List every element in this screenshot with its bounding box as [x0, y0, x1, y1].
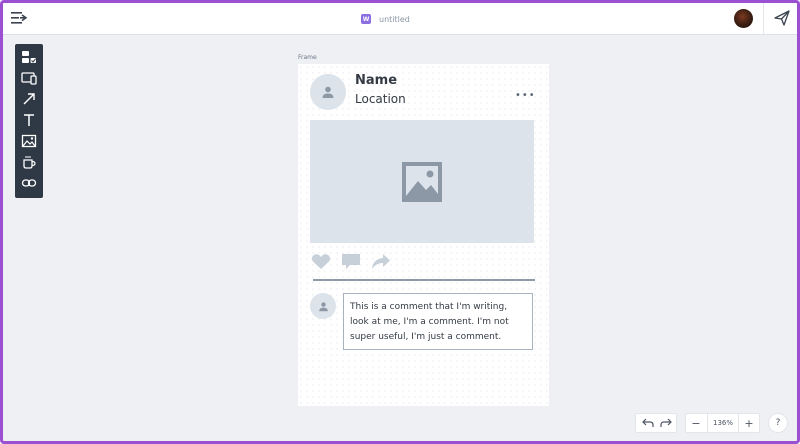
zoom-out-button[interactable]: −: [686, 414, 706, 432]
toolbox: [15, 44, 43, 198]
components-icon[interactable]: [20, 49, 38, 65]
comment-line: look at me, I'm a comment. I'm not: [350, 317, 509, 327]
more-options-icon[interactable]: •••: [515, 90, 536, 101]
document-title[interactable]: untitled: [379, 15, 410, 24]
undo-icon[interactable]: [640, 416, 656, 430]
post-name: Name: [355, 73, 398, 88]
canvas-frame[interactable]: Name Location ••• This is a comment that…: [298, 64, 549, 406]
post-divider: [313, 279, 535, 281]
history-controls: [635, 413, 677, 433]
image-placeholder: [310, 120, 534, 243]
top-bar: W untitled: [3, 3, 797, 35]
heart-icon[interactable]: [310, 252, 332, 270]
topbar-divider: [763, 3, 764, 34]
send-icon[interactable]: [773, 9, 791, 27]
avatar[interactable]: [734, 9, 753, 28]
document-icon: W: [361, 14, 371, 24]
arrow-icon[interactable]: [20, 91, 38, 107]
image-icon: [402, 161, 442, 202]
comment-line: This is a comment that I'm writing,: [350, 302, 508, 312]
post-location: Location: [355, 92, 406, 106]
user-icon: [322, 86, 334, 98]
document-title-area[interactable]: W untitled: [361, 11, 410, 27]
device-icon[interactable]: [20, 70, 38, 86]
image-icon[interactable]: [20, 133, 38, 149]
frame-label: Frame: [298, 54, 317, 61]
link-icon[interactable]: [20, 175, 38, 191]
post-avatar: [310, 74, 346, 110]
share-icon[interactable]: [370, 252, 392, 270]
app-window: W untitled Frame Name Location ••• This …: [0, 0, 800, 444]
redo-icon[interactable]: [658, 416, 674, 430]
menu-collapse-icon[interactable]: [11, 10, 29, 26]
coffee-icon[interactable]: [20, 154, 38, 170]
zoom-in-button[interactable]: +: [739, 414, 759, 432]
zoom-level[interactable]: 136%: [707, 414, 739, 432]
zoom-controls: − 136% +: [685, 413, 760, 433]
comment-avatar: [310, 293, 336, 319]
comment-icon[interactable]: [340, 252, 362, 270]
comment-line: super useful, I'm just a comment.: [350, 332, 502, 342]
user-icon: [318, 301, 328, 311]
comment-box[interactable]: This is a comment that I'm writing, look…: [343, 293, 533, 350]
text-icon[interactable]: [20, 112, 38, 128]
help-button[interactable]: ?: [768, 413, 788, 433]
